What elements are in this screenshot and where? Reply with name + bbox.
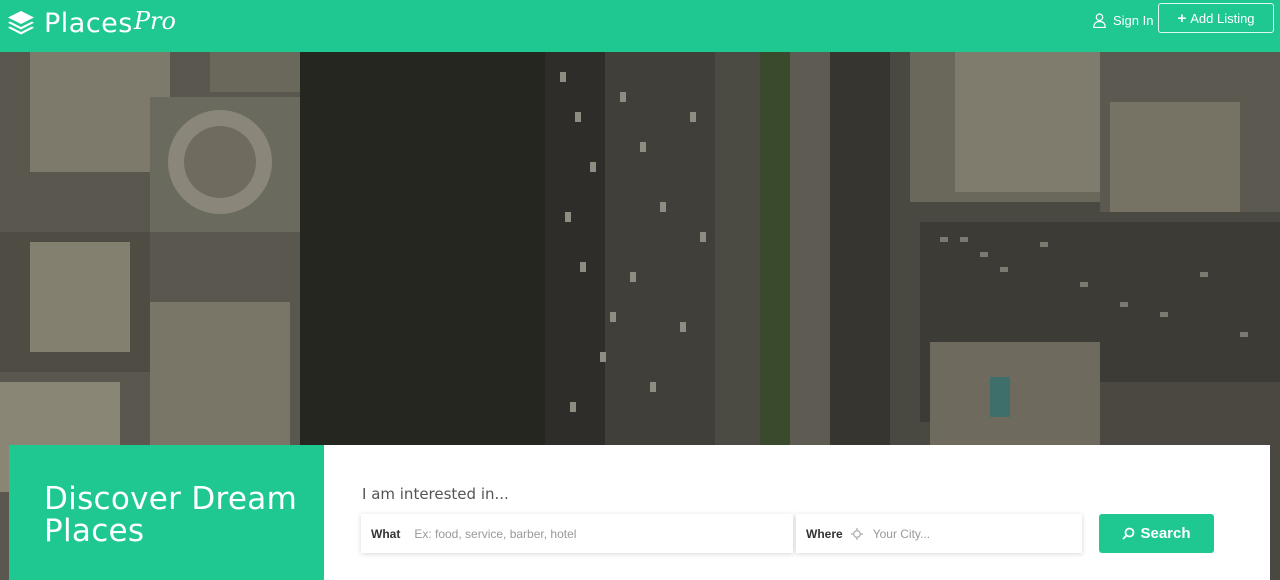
layers-logo-icon	[8, 11, 34, 35]
what-input[interactable]	[412, 525, 747, 542]
search-button[interactable]: Search	[1099, 514, 1214, 553]
add-listing-label: Add Listing	[1190, 10, 1255, 26]
user-icon	[1093, 12, 1106, 28]
brand-logo[interactable]: Places Pro	[6, 6, 176, 40]
add-listing-button[interactable]: + Add Listing	[1158, 3, 1274, 33]
brand-suffix: Pro	[133, 7, 176, 35]
discover-title: Discover Dream Places	[44, 481, 298, 549]
crosshair-icon[interactable]	[850, 527, 863, 540]
search-icon	[1122, 527, 1135, 540]
where-field[interactable]: Where	[796, 514, 1082, 553]
sign-in-link[interactable]: Sign In	[1093, 10, 1153, 30]
top-header: Places Pro Sign In + Add Listing	[0, 0, 1280, 52]
search-button-label: Search	[1140, 525, 1191, 542]
sign-in-label: Sign In	[1113, 12, 1154, 28]
search-panel: I am interested in... What Where Search	[324, 445, 1270, 580]
search-intro-label: I am interested in...	[362, 485, 509, 503]
where-input[interactable]	[870, 525, 1055, 542]
brand-name: Places	[44, 7, 133, 39]
what-field[interactable]: What	[361, 514, 793, 553]
plus-icon: +	[1177, 9, 1187, 27]
discover-panel: Discover Dream Places	[9, 445, 324, 580]
where-label: Where	[806, 526, 843, 541]
what-label: What	[371, 526, 401, 541]
